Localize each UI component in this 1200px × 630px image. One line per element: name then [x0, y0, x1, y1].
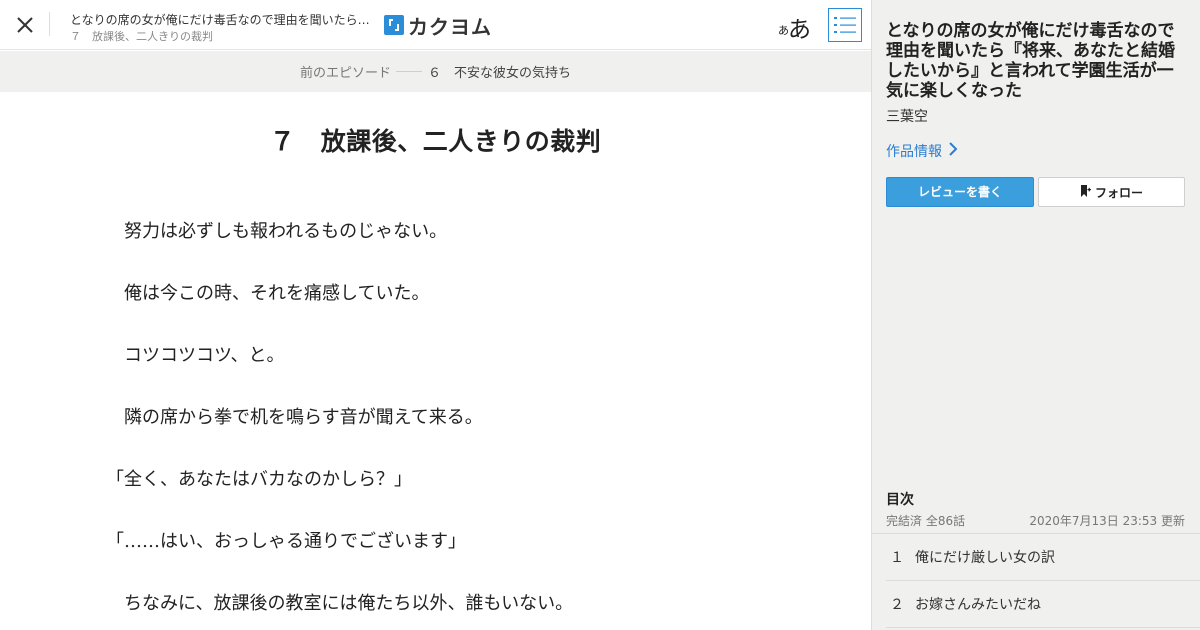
- body-paragraph: 「……はい、おっしゃる通りでございます」: [106, 531, 466, 552]
- toc-item[interactable]: １ 俺にだけ厳しい女の訳: [886, 534, 1200, 581]
- body-paragraph: ちなみに、放課後の教室には俺たち以外、誰もいない。: [106, 593, 574, 614]
- body-paragraph: 俺は今この時、それを痛感していた。: [106, 283, 430, 304]
- previous-episode-rule: [396, 71, 422, 72]
- reader-main: となりの席の女が俺にだけ毒舌なので理由を聞いたら… ７ 放課後、二人きりの裁判 …: [0, 0, 871, 630]
- toc-item-title: お嫁さんみたいだね: [915, 597, 1041, 613]
- toc-item-number: １: [890, 550, 904, 566]
- body-paragraph: 隣の席から拳で机を鳴らす音が聞えて来る。: [106, 407, 483, 428]
- previous-episode-title: ６ 不安な彼女の気持ち: [428, 66, 572, 81]
- chapter-title: ７ 放課後、二人きりの裁判: [269, 127, 602, 156]
- header-divider: [49, 12, 50, 36]
- body-paragraph: 「全く、あなたはバカなのかしら？」: [106, 469, 412, 490]
- close-icon: [12, 12, 38, 38]
- body-paragraph: コツコツコツ、と。: [106, 345, 285, 366]
- previous-episode-link[interactable]: 前のエピソード ６ 不安な彼女の気持ち: [0, 51, 871, 92]
- follow-button[interactable]: フォロー: [1038, 177, 1185, 207]
- header-episode-subtitle: ７ 放課後、二人きりの裁判: [70, 30, 213, 43]
- follow-button-label: フォロー: [1094, 185, 1143, 200]
- toc-item-number: ２: [890, 597, 904, 613]
- bookmark-plus-icon: [1080, 184, 1095, 200]
- work-info-label: 作品情報: [886, 144, 942, 160]
- work-info-link[interactable]: 作品情報: [886, 141, 958, 161]
- reader-header: となりの席の女が俺にだけ毒舌なので理由を聞いたら… ７ 放課後、二人きりの裁判 …: [0, 0, 871, 50]
- toc-item-title: 俺にだけ厳しい女の訳: [915, 550, 1055, 566]
- write-review-button[interactable]: レビューを書く: [886, 177, 1034, 207]
- kakuyomu-logo-icon: [384, 15, 404, 35]
- work-sidebar: となりの席の女が俺にだけ毒舌なので理由を聞いたら『将来、あなたと結婚したいから』…: [871, 0, 1200, 630]
- kakuyomu-logo[interactable]: カクヨム: [384, 12, 492, 39]
- logo-text: カクヨム: [408, 14, 492, 39]
- toc-item[interactable]: ２ お嫁さんみたいだね: [886, 581, 1200, 628]
- sidebar-work-title[interactable]: となりの席の女が俺にだけ毒舌なので理由を聞いたら『将来、あなたと結婚したいから』…: [886, 21, 1190, 101]
- close-button[interactable]: [12, 12, 38, 38]
- header-work-title[interactable]: となりの席の女が俺にだけ毒舌なので理由を聞いたら…: [70, 11, 374, 28]
- toc-status: 完結済 全86話: [886, 514, 966, 528]
- chevron-right-icon: [942, 142, 958, 160]
- toc-heading: 目次: [886, 492, 914, 508]
- previous-episode-label: 前のエピソード: [299, 66, 391, 81]
- toc-updated: 2020年7月13日 23:53 更新: [1029, 514, 1185, 528]
- body-paragraph: 努力は必ずしも報われるものじゃない。: [106, 221, 448, 242]
- font-size-big-glyph: あ: [788, 17, 811, 43]
- toc-toggle-button[interactable]: [828, 8, 862, 42]
- sidebar-author[interactable]: 三葉空: [886, 106, 928, 126]
- font-size-button[interactable]: あ あ: [777, 8, 813, 43]
